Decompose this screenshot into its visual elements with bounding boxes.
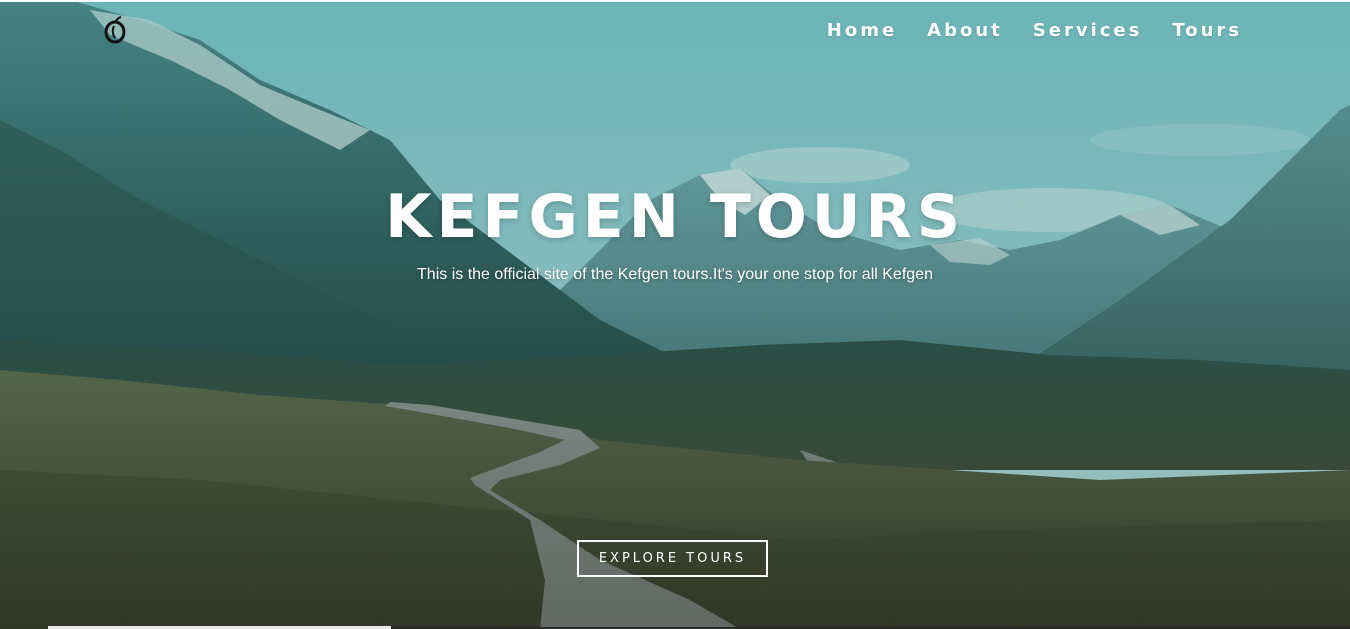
apple-logo-icon[interactable] [102, 14, 128, 44]
hero-title: KEFGEN TOURS [385, 182, 965, 252]
hero-overlay [0, 0, 1350, 629]
nav-services-link[interactable]: Services [1033, 20, 1143, 41]
top-border [0, 0, 1350, 2]
explore-tours-button[interactable]: EXPLORE TOURS [577, 540, 768, 577]
hero-subtitle: This is the official site of the Kefgen … [417, 266, 933, 283]
hero-section: Home About Services Tours KEFGEN TOURS T… [0, 0, 1350, 629]
nav-tours-link[interactable]: Tours [1172, 20, 1242, 41]
main-nav: Home About Services Tours [797, 20, 1242, 41]
nav-about-link[interactable]: About [927, 20, 1003, 41]
nav-home-link[interactable]: Home [827, 20, 897, 41]
